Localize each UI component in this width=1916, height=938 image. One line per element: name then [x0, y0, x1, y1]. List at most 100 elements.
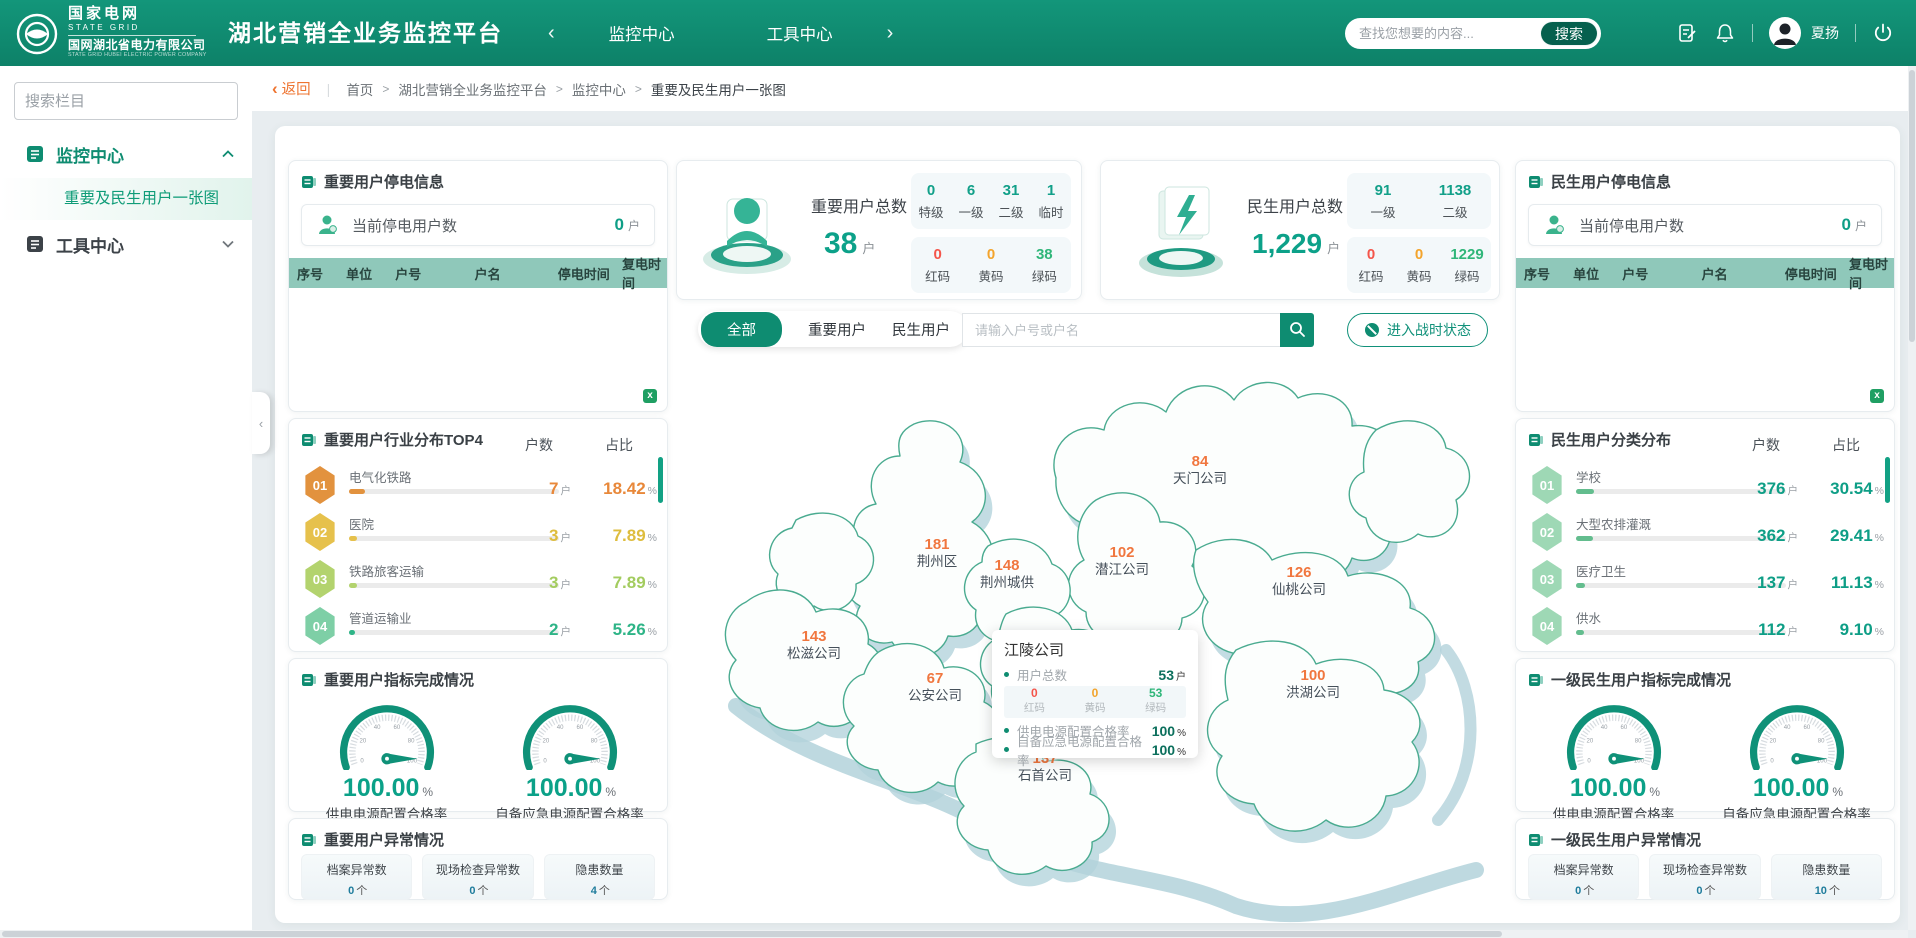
- stat-hidden-danger: 隐患数量 10个: [1771, 854, 1882, 900]
- nav-item-monitor-center[interactable]: 监控中心: [609, 21, 675, 45]
- sidebar-group-tool-center[interactable]: 工具中心: [0, 220, 252, 268]
- tab-all[interactable]: 全部: [701, 312, 782, 347]
- wartime-mode-button[interactable]: 进入战时状态: [1347, 313, 1488, 347]
- map-label-jingzhou-city[interactable]: 148荆州城供: [980, 557, 1034, 591]
- industry-row: 04 管道运输业 2户 5.26%: [289, 604, 667, 651]
- outage-counter: 当前停电用户数 0 户: [301, 204, 655, 246]
- avatar[interactable]: [1769, 17, 1801, 49]
- stat-site-check-abnormal: 现场检查异常数 0个: [422, 854, 533, 900]
- map-label-xiantao[interactable]: 126仙桃公司: [1272, 564, 1326, 598]
- card-summary-livelihood: 民生用户总数 1,229户 91一级 1138二级 0红码 0黄码 1229绿码: [1100, 160, 1500, 300]
- summary-value: 38户: [819, 227, 875, 261]
- card-important-outage: 重要用户停电信息 当前停电用户数 0 户 序号 单位 户号 户名 停电时间 复电…: [288, 160, 668, 412]
- outage-count-value: 0: [1842, 215, 1851, 235]
- global-search: 搜索: [1345, 18, 1601, 49]
- card-summary-important: 重要用户总数 38户 0特级 6一级 31二级 1临时 0红码 0黄码 38绿码: [676, 160, 1082, 300]
- important-users-3d-icon: [691, 177, 803, 281]
- note-icon[interactable]: [1676, 22, 1698, 44]
- bullet-icon: [1004, 747, 1009, 752]
- sidebar: 监控中心 重要及民生用户一张图 工具中心: [0, 66, 252, 938]
- doc-icon: [301, 174, 317, 190]
- brand-name-en: STATE GRID: [68, 24, 222, 33]
- svg-text:20: 20: [1769, 739, 1776, 745]
- bullet-ic: [1004, 672, 1009, 677]
- card-title: 重要用户停电信息: [324, 171, 444, 192]
- list-icon: [26, 145, 44, 163]
- stat-hidden-danger: 隐患数量 4个: [544, 854, 655, 900]
- map-label-jingzhouqu[interactable]: 181荆州区: [917, 536, 958, 570]
- summary-value: 1,229户: [1247, 227, 1340, 261]
- power-icon[interactable]: [1872, 22, 1894, 44]
- map-label-gongan[interactable]: 67公安公司: [908, 670, 962, 704]
- divider: |: [327, 81, 331, 97]
- map-search-input[interactable]: [962, 313, 1280, 347]
- doc-icon: [301, 832, 317, 848]
- map-label-tianmen[interactable]: 84天门公司: [1173, 453, 1227, 487]
- global-search-input[interactable]: [1359, 19, 1529, 47]
- table-header: 序号 单位 户号 户名 停电时间 复电时间: [289, 258, 667, 288]
- svg-text:60: 60: [1803, 725, 1810, 731]
- category-row: 03 医疗卫生 137户 11.13%: [1516, 557, 1894, 604]
- industry-row: 01 电气化铁路 7户 18.42%: [289, 463, 667, 510]
- breadcrumb-platform[interactable]: 湖北营销全业务监控平台: [398, 79, 547, 99]
- svg-text:40: 40: [373, 725, 380, 731]
- sidebar-group-label: 工具中心: [56, 232, 222, 257]
- user-name[interactable]: 夏扬: [1811, 23, 1839, 43]
- svg-text:60: 60: [393, 725, 400, 731]
- svg-text:40: 40: [556, 725, 563, 731]
- sidebar-search-input[interactable]: [14, 82, 238, 120]
- region-map[interactable]: 84天门公司 181荆州区 148荆州城供 102潜江公司 126仙桃公司 14…: [676, 350, 1500, 923]
- card-title: 重要用户指标完成情况: [324, 669, 474, 690]
- page-vertical-scrollbar[interactable]: [1908, 66, 1916, 930]
- svg-text:80: 80: [1817, 739, 1824, 745]
- map-filter-tabs: 全部 重要用户 民生用户: [698, 311, 968, 347]
- card-industry-top4: 重要用户行业分布TOP4 户数 占比 01 电气化铁路 7户 18.42% 02…: [288, 418, 668, 652]
- sidebar-item-important-livelihood-map[interactable]: 重要及民生用户一张图: [0, 178, 252, 220]
- card-scrollbar[interactable]: [1885, 457, 1890, 503]
- summary-label: 民生用户总数: [1247, 193, 1343, 217]
- page-horizontal-scrollbar[interactable]: [0, 930, 1908, 938]
- nav-item-tool-center[interactable]: 工具中心: [767, 21, 833, 45]
- card-livelihood-kpi: 一级民生用户指标完成情况 0 20 40 60 80 100: [1515, 658, 1895, 812]
- code-stats-box: 0红码 0黄码 38绿码: [911, 237, 1071, 293]
- level-stats-box: 91一级 1138二级: [1347, 173, 1491, 229]
- map-label-songzi[interactable]: 143松滋公司: [787, 628, 841, 662]
- card-title: 民生用户停电信息: [1551, 171, 1671, 192]
- person-icon: [316, 213, 340, 237]
- breadcrumb-home[interactable]: 首页: [346, 79, 373, 99]
- column-pct-label: 占比: [1832, 435, 1860, 455]
- global-search-button[interactable]: 搜索: [1540, 21, 1598, 46]
- table-body-empty: [1516, 288, 1894, 384]
- category-row: 01 学校 376户 30.54%: [1516, 463, 1894, 510]
- map-label-honghu[interactable]: 100洪湖公司: [1286, 667, 1340, 701]
- bell-icon[interactable]: [1714, 22, 1736, 44]
- divider: [1752, 24, 1753, 42]
- tab-livelihood-users[interactable]: 民生用户: [892, 319, 950, 340]
- chevron-down-icon: [222, 240, 234, 248]
- breadcrumb-monitor-center[interactable]: 监控中心: [572, 79, 626, 99]
- card-livelihood-abnormal: 一级民生用户异常情况 档案异常数 0个 现场检查异常数 0个 隐患数量 10个: [1515, 818, 1895, 900]
- card-scrollbar[interactable]: [658, 457, 663, 503]
- card-livelihood-outage: 民生用户停电信息 当前停电用户数 0 户 序号 单位 户号 户名 停电时间 复电…: [1515, 160, 1895, 412]
- nav-prev-icon[interactable]: ‹: [540, 22, 563, 45]
- card-title: 一级民生用户异常情况: [1551, 829, 1701, 850]
- dashboard-board: 重要用户停电信息 当前停电用户数 0 户 序号 单位 户号 户名 停电时间 复电…: [275, 126, 1900, 923]
- export-excel-icon[interactable]: x: [1870, 389, 1884, 403]
- sidebar-collapse-handle[interactable]: ‹: [252, 392, 270, 454]
- nav-next-icon[interactable]: ›: [879, 22, 902, 45]
- breadcrumb: ‹ 返回 | 首页 > 湖北营销全业务监控平台 > 监控中心 > 重要及民生用户…: [252, 66, 1916, 111]
- card-title: 重要用户异常情况: [324, 829, 444, 850]
- river-band: [1438, 650, 1471, 820]
- rank-badge: 04: [303, 607, 337, 645]
- tab-important-users[interactable]: 重要用户: [808, 319, 866, 340]
- back-button[interactable]: ‹ 返回: [272, 78, 311, 99]
- export-excel-icon[interactable]: x: [643, 389, 657, 403]
- card-important-abnormal: 重要用户异常情况 档案异常数 0个 现场检查异常数 0个 隐患数量 4个: [288, 818, 668, 900]
- card-title: 重要用户行业分布TOP4: [324, 429, 483, 450]
- card-livelihood-distribution: 民生用户分类分布 户数 占比 01 学校 376户 30.54% 02 大型农排…: [1515, 418, 1895, 652]
- svg-text:40: 40: [1600, 725, 1607, 731]
- sidebar-group-monitor-center[interactable]: 监控中心: [0, 130, 252, 178]
- gauge-backup-power: 0 20 40 60 80 100 100.00% 自备应急电源配置合格率: [480, 696, 660, 823]
- map-label-qianjiang[interactable]: 102潜江公司: [1095, 544, 1149, 578]
- map-search-button[interactable]: [1280, 313, 1314, 347]
